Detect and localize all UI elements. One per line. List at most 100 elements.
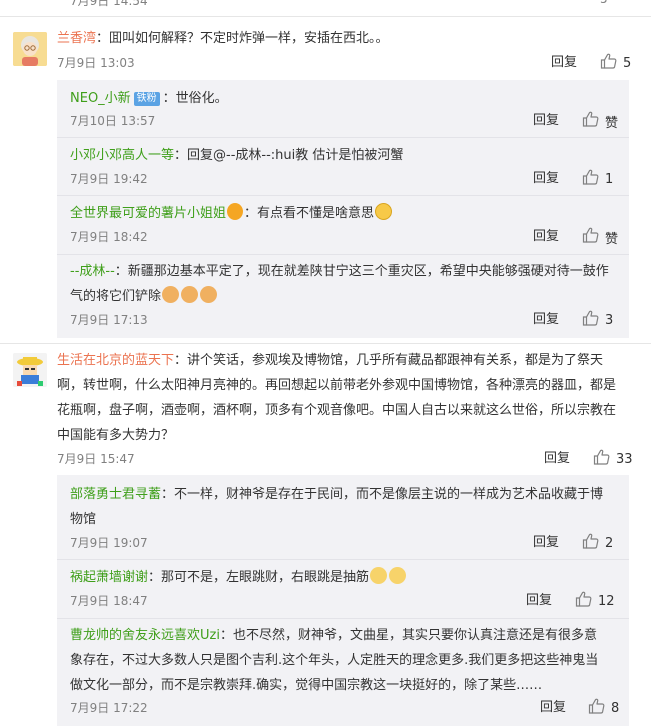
like-count: 33: [616, 451, 633, 467]
like-count: 赞: [605, 231, 619, 247]
reply-body-continued: 气的将它们铲除: [70, 289, 162, 304]
like-button[interactable]: 5: [600, 53, 632, 72]
like-count: 1: [605, 171, 614, 187]
divider: [0, 16, 651, 17]
reply-time: 7月10日 13:57: [70, 114, 156, 128]
cartoon-avatar[interactable]: [13, 353, 47, 387]
divider: [57, 618, 629, 619]
reply-text: 小邓小邓高人一等：回复@--成林--:hui教 估计是怕被河蟹: [70, 143, 403, 168]
reply-body: ：新疆那边基本平定了，现在就差陕甘宁这三个重灾区，希望中央能够强硬对待一鼓作: [114, 264, 609, 279]
reply-text-line: 做文化一部分，而不是宗教崇拜.确实，觉得中国宗教这一块挺好的，除了某些……: [70, 678, 543, 693]
like-button[interactable]: 1: [582, 169, 614, 188]
reply-button[interactable]: 回复: [540, 700, 566, 716]
comment-text: 兰香湾：囬叫如何解释？不定时炸弹一样，安插在西北。。: [57, 26, 389, 51]
vip-emoji-icon: [227, 203, 244, 220]
reply-text-line: 象存在，不过大多数人只是图个吉利.这个年头，人定胜天的理念更多.我们更多把这些神…: [70, 653, 599, 668]
grandma-avatar-icon: [13, 32, 47, 66]
reply-button[interactable]: 回复: [533, 312, 559, 328]
divider: [57, 195, 629, 196]
like-button[interactable]: 3: [582, 310, 614, 329]
thumbs-up-icon: [582, 111, 599, 127]
reply-username[interactable]: --成林--: [70, 264, 115, 279]
reply-time: 7月9日 18:47: [70, 594, 148, 608]
like-button[interactable]: 33: [593, 449, 633, 468]
comment-text-line: 中国能有多大势力？: [57, 428, 175, 443]
divider: [57, 254, 629, 255]
reply-username[interactable]: 部落勇士君寻蓄: [70, 487, 161, 502]
grandma-avatar[interactable]: [13, 32, 47, 66]
comment-text-line: 啊，转世啊，什么太阳神月亮神的。再回想起以前带老外参观中国博物馆，各种漂亮的器皿…: [57, 378, 617, 393]
comment-text-line: 花瓶啊，盘子啊，酒壶啊，酒杯啊，顶多有个观音像吧。中国人自古以来就这么世俗，所以…: [57, 403, 617, 418]
thumbs-up-icon: [575, 591, 592, 607]
like-button[interactable]: 8: [588, 698, 620, 717]
like-button[interactable]: 2: [582, 533, 614, 552]
previous-comment-likes: 5: [600, 0, 608, 6]
fan-badge: 铁粉: [133, 92, 160, 106]
reply-text-line: 物馆: [70, 512, 97, 527]
reply-button[interactable]: 回复: [533, 229, 559, 245]
reply-username[interactable]: 曹龙帅的舍友永远喜欢Uzi: [70, 628, 220, 643]
like-count: 3: [605, 312, 614, 328]
reply-time: 7月9日 18:42: [70, 230, 148, 244]
reply-text: NEO_小新 铁粉 ：世俗化。: [70, 86, 228, 111]
comment-time: 7月9日 13:03: [57, 56, 135, 70]
like-button[interactable]: 赞: [582, 227, 619, 247]
reply-username[interactable]: NEO_小新: [70, 91, 131, 106]
reply-text: --成林--：新疆那边基本平定了，现在就差陕甘宁这三个重灾区，希望中央能够强硬对…: [70, 259, 620, 284]
doge-emoji-icon: [389, 567, 407, 584]
thumbs-up-icon: [588, 698, 605, 714]
comment-username[interactable]: 生活在北京的蓝天下: [57, 353, 174, 368]
reply-button[interactable]: 回复: [551, 55, 577, 71]
reply-username[interactable]: 全世界最可爱的薯片小姐姐: [70, 206, 226, 221]
reply-text: 部落勇士君寻蓄：不一样，财神爷是存在于民间，而不是像层主说的一样成为艺术品收藏于…: [70, 482, 625, 507]
previous-comment-strip: 7月9日 14:54 5: [0, 0, 651, 9]
reply-button[interactable]: 回复: [533, 113, 559, 129]
reply-body: ：有点看不懂是啥意思: [244, 206, 375, 221]
reply-button[interactable]: 回复: [526, 593, 552, 609]
reply-username[interactable]: 祸起萧墙谢谢: [70, 570, 148, 585]
like-count: 5: [623, 55, 632, 71]
comment-text: 生活在北京的蓝天下：讲个笑话，参观埃及博物馆，几乎所有藏品都跟神有关系，都是为了…: [57, 348, 629, 373]
like-count: 2: [605, 535, 614, 551]
divider: [57, 137, 629, 138]
comment-body: ：讲个笑话，参观埃及博物馆，几乎所有藏品都跟神有关系，都是为了祭天: [174, 353, 604, 368]
comment-username[interactable]: 兰香湾: [57, 31, 96, 46]
reply-text: 全世界最可爱的薯片小姐姐 ：有点看不懂是啥意思: [70, 201, 393, 226]
reply-body: ：世俗化。: [162, 91, 228, 106]
reply-text-line: 气的将它们铲除: [70, 284, 218, 309]
cartoon-avatar-icon: [13, 353, 47, 387]
divider: [0, 343, 651, 344]
thumbs-up-icon: [582, 169, 599, 185]
fist-emoji-icon: [181, 286, 199, 303]
laughing-emoji-icon: [375, 203, 393, 220]
reply-username[interactable]: 小邓小邓高人一等: [70, 148, 174, 163]
comment-body: ：囬叫如何解释？不定时炸弹一样，安插在西北。。: [96, 31, 389, 46]
thumbs-up-icon: [582, 310, 599, 326]
thumbs-up-icon: [582, 227, 599, 243]
like-count: 赞: [605, 115, 619, 131]
reply-button[interactable]: 回复: [544, 451, 570, 467]
previous-comment-time: 7月9日 14:54: [70, 0, 148, 8]
fist-emoji-icon: [162, 286, 180, 303]
like-count: 8: [611, 700, 620, 716]
reply-time: 7月9日 19:07: [70, 536, 148, 550]
thumbs-up-icon: [593, 449, 610, 465]
divider: [57, 559, 629, 560]
reply-text: 曹龙帅的舍友永远喜欢Uzi：也不尽然，财神爷，文曲星，其实只要你认真注意还是有很…: [70, 623, 625, 648]
reply-button[interactable]: 回复: [533, 535, 559, 551]
reply-time: 7月9日 17:22: [70, 701, 148, 715]
reply-body: ：那可不是，左眼跳财，右眼跳是抽筋: [148, 570, 370, 585]
reply-body: ：回复@--成林--:hui教 估计是怕被河蟹: [174, 148, 404, 163]
reply-time: 7月9日 17:13: [70, 313, 148, 327]
reply-button[interactable]: 回复: [533, 171, 559, 187]
reply-body: ：不一样，财神爷是存在于民间，而不是像层主说的一样成为艺术品收藏于博: [161, 487, 604, 502]
comment-time: 7月9日 15:47: [57, 452, 135, 466]
thumbs-up-icon: [582, 533, 599, 549]
reply-body: ：也不尽然，财神爷，文曲星，其实只要你认真注意还是有很多意: [219, 628, 597, 643]
like-count: 12: [598, 593, 615, 609]
thumbs-up-icon: [600, 53, 617, 69]
reply-time: 7月9日 19:42: [70, 172, 148, 186]
like-button[interactable]: 12: [575, 591, 615, 610]
like-button[interactable]: 赞: [582, 111, 619, 131]
doge-emoji-icon: [370, 567, 388, 584]
